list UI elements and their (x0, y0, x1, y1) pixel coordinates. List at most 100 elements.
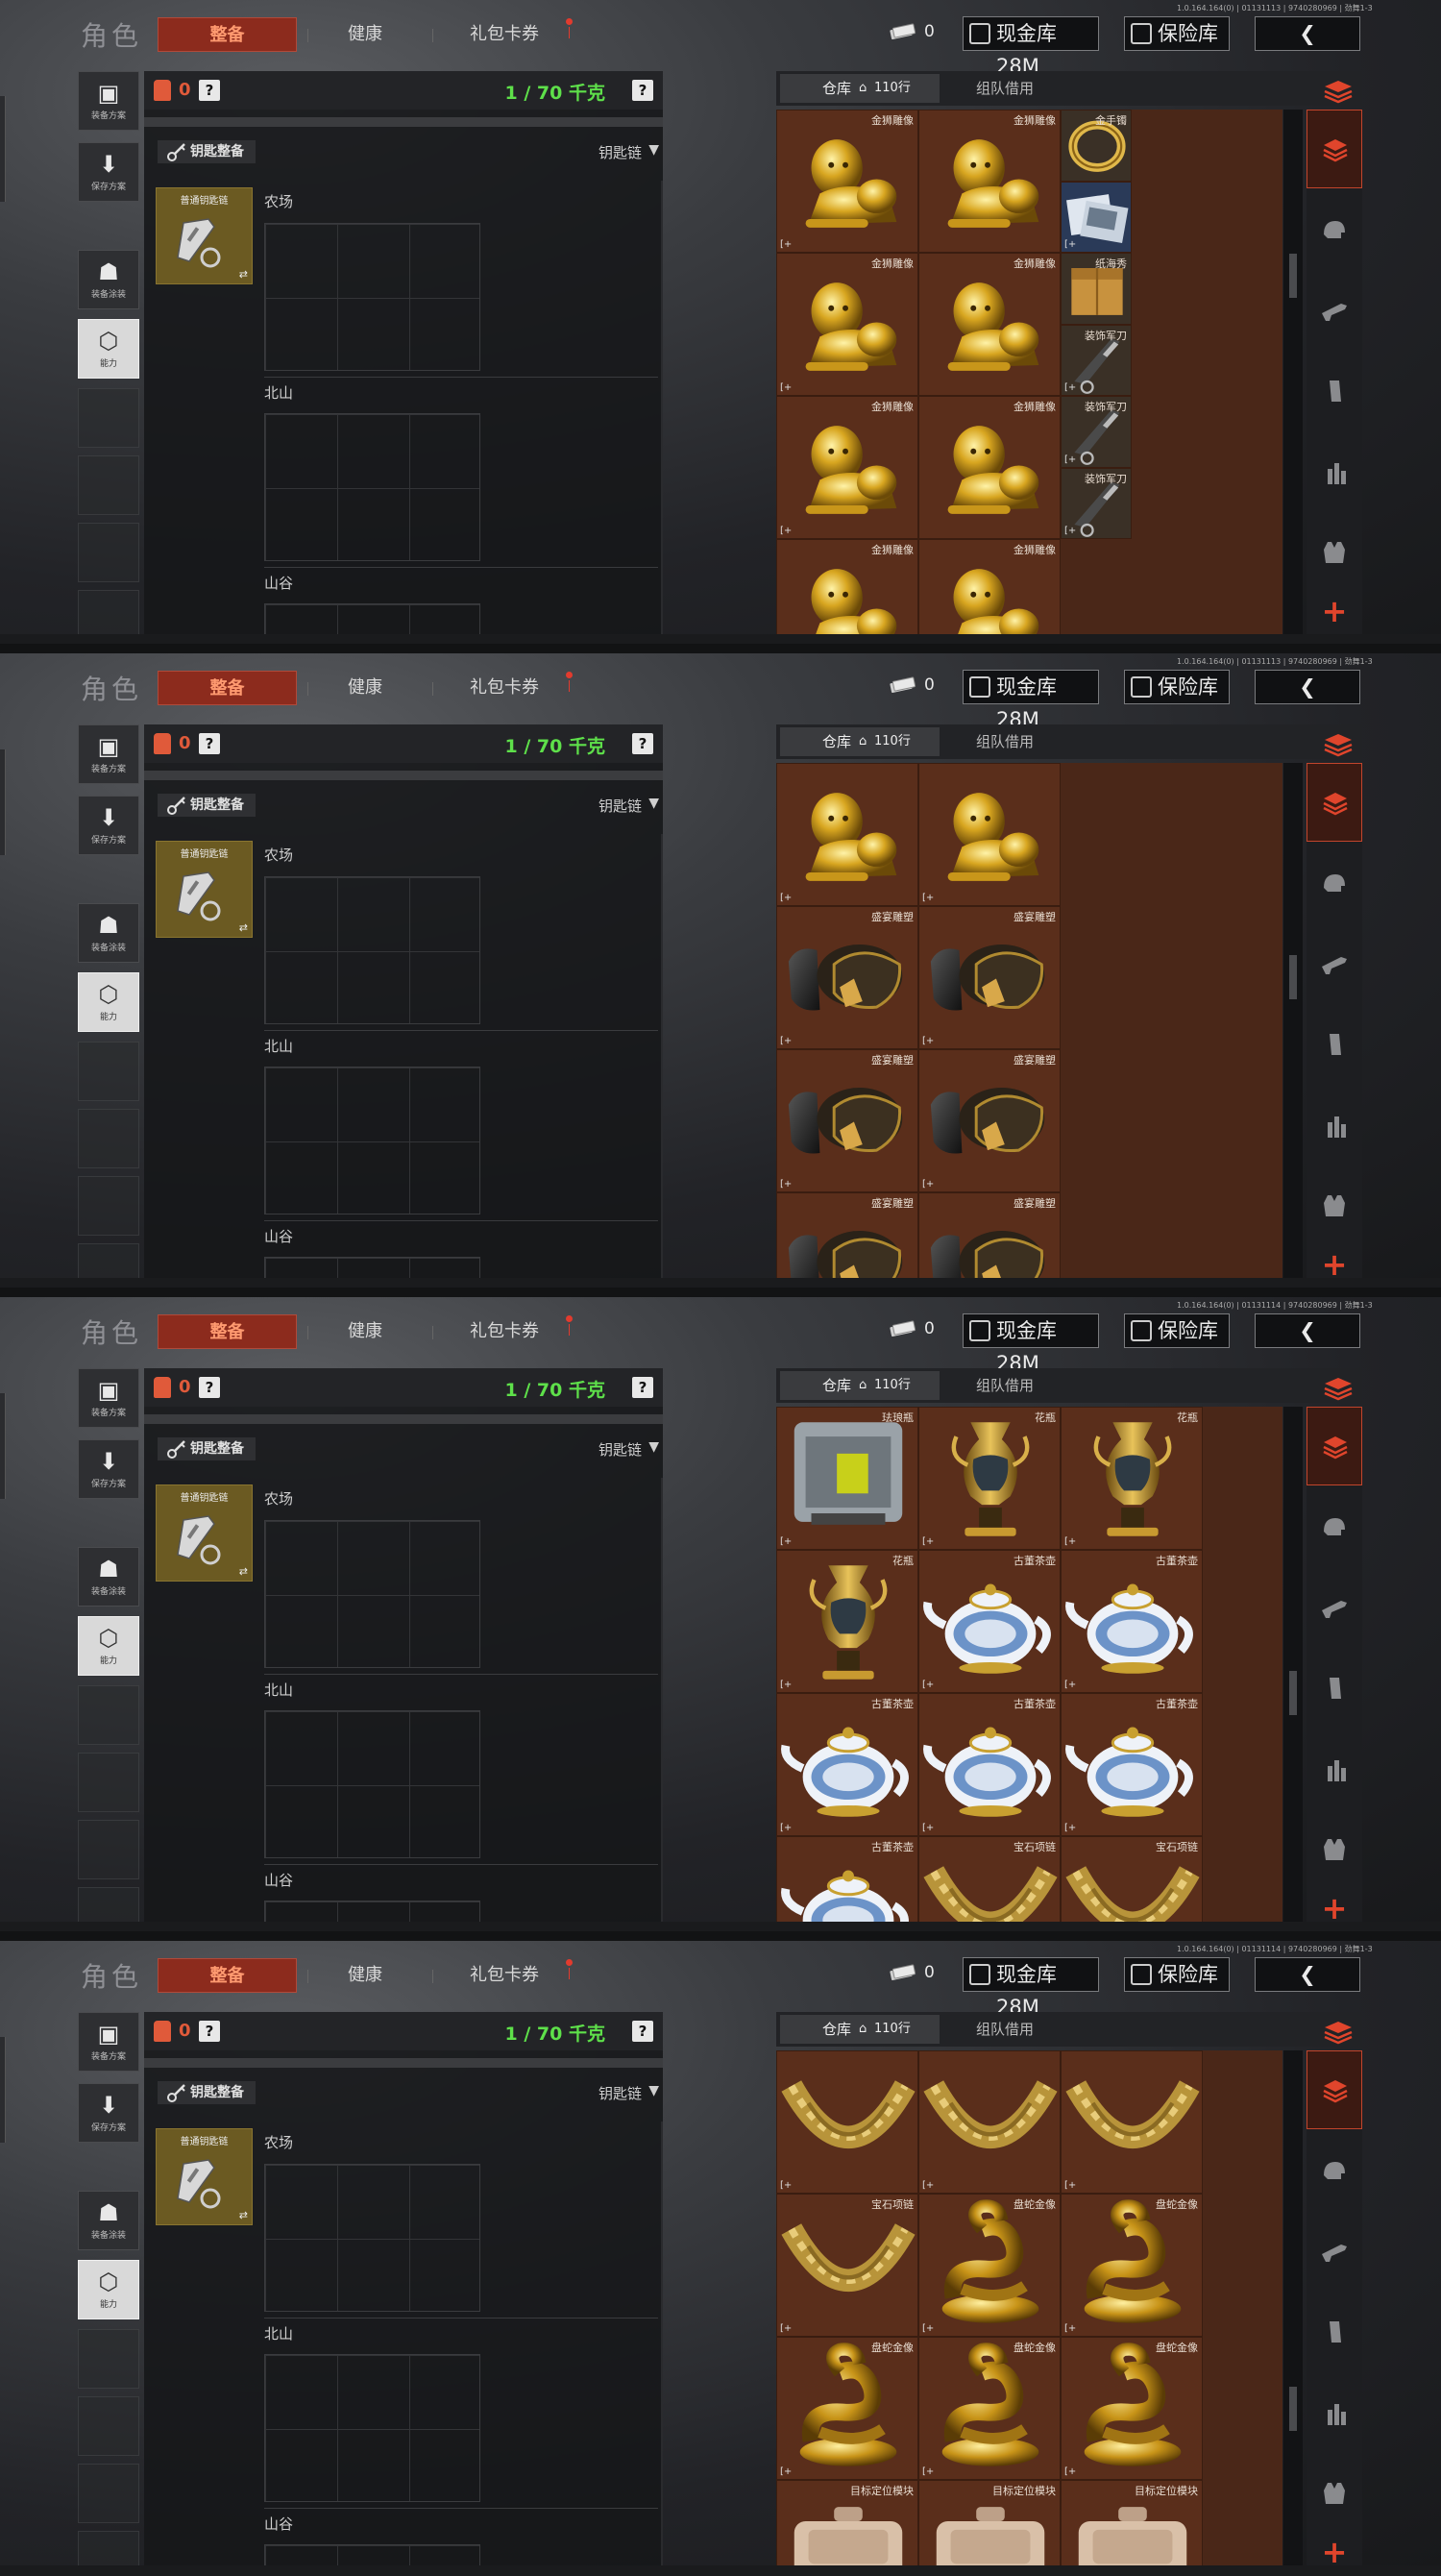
key-chain-slot[interactable]: 普通钥匙链 ⇄ (156, 187, 253, 284)
warehouse-item[interactable]: 盘蛇金像 [+ (918, 2337, 1061, 2480)
warehouse-item[interactable]: 装饰军刀 [+ (1061, 324, 1132, 396)
tab-loadout[interactable]: 整备 (158, 1958, 297, 1993)
tab-gift-cards[interactable]: 礼包卡券 (452, 671, 557, 705)
category-tab-helmet[interactable] (1307, 190, 1362, 269)
tab-team-borrow[interactable]: 组队借用 (976, 727, 1034, 756)
warehouse-scrollbar[interactable] (1283, 1407, 1303, 1922)
help-icon[interactable]: ? (199, 80, 220, 101)
chevron-down-icon[interactable]: ▼ (648, 2083, 659, 2098)
key-grid-north-mountain[interactable] (264, 1067, 480, 1214)
loadout-plan-button[interactable]: ▣ 装备方案 (78, 724, 139, 784)
warehouse-item[interactable]: 宝石项链 (1061, 1836, 1203, 1922)
scroll-thumb[interactable] (1289, 254, 1297, 298)
warehouse-scrollbar[interactable] (1283, 763, 1303, 1278)
warehouse-item[interactable]: 目标定位模块 (1061, 2480, 1203, 2565)
chevron-down-icon[interactable]: ▼ (648, 1439, 659, 1455)
warehouse-item[interactable]: 古董茶壶 [+ (1061, 1550, 1203, 1693)
key-section-header[interactable]: 钥匙整备 钥匙链 ▼ (148, 1430, 659, 1468)
key-grid-valley[interactable] (264, 603, 480, 634)
tab-team-borrow[interactable]: 组队借用 (976, 2015, 1034, 2044)
warehouse-item[interactable]: 目标定位模块 (918, 2480, 1061, 2565)
warehouse-item[interactable]: 盛宴雕塑 [+ (776, 906, 918, 1049)
save-plan-button[interactable]: ⬇ 保存方案 (78, 2083, 139, 2143)
left-edge-handle[interactable] (0, 749, 6, 855)
category-tab-layers[interactable] (1307, 1407, 1362, 1485)
warehouse-item[interactable]: 古董茶壶 [+ (1061, 1693, 1203, 1836)
panel-scrollbar[interactable] (661, 1478, 663, 1922)
warehouse-item[interactable]: 宝石项链 [+ (776, 2194, 918, 2337)
tab-gift-cards[interactable]: 礼包卡券 (452, 1314, 557, 1349)
tab-loadout[interactable]: 整备 (158, 1314, 297, 1349)
category-tab-magazine[interactable] (1307, 1649, 1362, 1728)
back-button[interactable]: ❮ (1255, 16, 1360, 51)
ability-button[interactable]: ⬡ 能力 (78, 1616, 139, 1676)
ability-button[interactable]: ⬡ 能力 (78, 972, 139, 1032)
key-chain-dropdown[interactable]: 钥匙链 (598, 2083, 642, 2103)
warehouse-item[interactable]: 花瓶 [+ (1061, 1407, 1203, 1550)
key-grid-valley[interactable] (264, 2544, 480, 2565)
warehouse-item[interactable]: 古董茶壶 [+ (918, 1693, 1061, 1836)
warehouse-scrollbar[interactable] (1283, 110, 1303, 634)
key-grid-farm[interactable] (264, 876, 480, 1024)
tab-health[interactable]: 健康 (317, 671, 413, 705)
key-grid-north-mountain[interactable] (264, 1710, 480, 1858)
scroll-thumb[interactable] (1289, 955, 1297, 999)
key-grid-farm[interactable] (264, 2164, 480, 2312)
add-category-button[interactable]: + (1307, 592, 1362, 634)
save-plan-button[interactable]: ⬇ 保存方案 (78, 1439, 139, 1499)
key-chain-slot[interactable]: 普通钥匙链 ⇄ (156, 1484, 253, 1582)
add-category-button[interactable]: + (1307, 2533, 1362, 2565)
tab-warehouse[interactable]: 仓库 ⌂ 110行 (780, 727, 940, 756)
ability-button[interactable]: ⬡ 能力 (78, 319, 139, 379)
category-tab-vest[interactable] (1307, 1810, 1362, 1889)
warehouse-item[interactable]: 盘蛇金像 [+ (918, 2194, 1061, 2337)
chevron-down-icon[interactable]: ▼ (648, 142, 659, 158)
warehouse-item[interactable]: 花瓶 [+ (776, 1550, 918, 1693)
category-tab-layers[interactable] (1307, 110, 1362, 188)
category-tab-bullet[interactable] (1307, 1730, 1362, 1808)
help-icon[interactable]: ? (199, 1377, 220, 1398)
category-tab-rifle[interactable] (1307, 271, 1362, 350)
tab-gift-cards[interactable]: 礼包卡券 (452, 17, 557, 52)
warehouse-item[interactable]: 盘蛇金像 [+ (1061, 2337, 1203, 2480)
panel-scrollbar[interactable] (661, 181, 663, 634)
help-icon[interactable]: ? (632, 2021, 653, 2042)
warehouse-item[interactable]: 花瓶 [+ (918, 1407, 1061, 1550)
warehouse-item[interactable]: 纸海秀 (1061, 253, 1132, 325)
tab-gift-cards[interactable]: 礼包卡券 (452, 1958, 557, 1993)
tab-health[interactable]: 健康 (317, 17, 413, 52)
stack-sort-icon[interactable] (1321, 2018, 1356, 2045)
save-plan-button[interactable]: ⬇ 保存方案 (78, 142, 139, 202)
warehouse-item[interactable]: [+ (776, 2050, 918, 2194)
warehouse-item[interactable]: 古董茶壶 [+ (776, 1693, 918, 1836)
key-section-header[interactable]: 钥匙整备 钥匙链 ▼ (148, 2073, 659, 2112)
back-button[interactable]: ❮ (1255, 1957, 1360, 1992)
help-icon[interactable]: ? (632, 1377, 653, 1398)
loadout-plan-button[interactable]: ▣ 装备方案 (78, 1368, 139, 1428)
tab-team-borrow[interactable]: 组队借用 (976, 1371, 1034, 1400)
save-plan-button[interactable]: ⬇ 保存方案 (78, 796, 139, 855)
warehouse-item[interactable]: 珐琅瓶 [+ (776, 1407, 918, 1550)
category-tab-vest[interactable] (1307, 1166, 1362, 1245)
category-tab-magazine[interactable] (1307, 1005, 1362, 1084)
scroll-thumb[interactable] (1289, 1671, 1297, 1715)
help-icon[interactable]: ? (632, 733, 653, 754)
category-tab-vest[interactable] (1307, 2454, 1362, 2533)
key-chain-dropdown[interactable]: 钥匙链 (598, 796, 642, 816)
key-grid-farm[interactable] (264, 1520, 480, 1668)
category-tab-layers[interactable] (1307, 2050, 1362, 2129)
safe-button[interactable]: 保险库 (1124, 16, 1230, 51)
panel-scrollbar[interactable] (661, 834, 663, 1278)
ability-button[interactable]: ⬡ 能力 (78, 2260, 139, 2319)
stack-sort-icon[interactable] (1321, 77, 1356, 104)
warehouse-item[interactable]: 金狮雕像 [+ (776, 396, 918, 539)
key-chain-slot[interactable]: 普通钥匙链 ⇄ (156, 841, 253, 938)
paint-button[interactable]: ☗ 装备涂装 (78, 2191, 139, 2250)
category-tab-helmet[interactable] (1307, 1487, 1362, 1566)
scroll-thumb[interactable] (1289, 2387, 1297, 2431)
add-category-button[interactable]: + (1307, 1889, 1362, 1922)
warehouse-item[interactable]: 盛宴雕塑 (776, 1192, 918, 1278)
help-icon[interactable]: ? (199, 733, 220, 754)
warehouse-item[interactable]: 金狮雕像 (918, 253, 1061, 396)
cash-vault-button[interactable]: 现金库 28M (963, 16, 1099, 78)
